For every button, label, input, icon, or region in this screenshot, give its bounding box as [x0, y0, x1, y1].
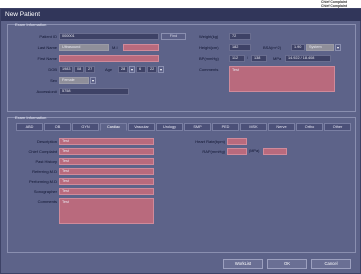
bp-separator: / — [247, 56, 249, 60]
patient-id-label: Patient ID — [39, 34, 57, 39]
tab-abd[interactable]: ABD — [16, 123, 43, 131]
mi-field[interactable] — [123, 44, 159, 51]
sex-label: Sex — [50, 78, 57, 83]
age-extra-dropdown-icon[interactable]: ▾ — [158, 66, 164, 73]
past-history-field[interactable]: Test — [59, 158, 154, 165]
weight-field[interactable]: 72 — [229, 33, 251, 40]
bsa-label: BSA(m^2) — [263, 45, 282, 50]
sonographer-label: Sonographer — [33, 189, 57, 194]
tab-ortho[interactable]: Ortho — [296, 123, 323, 131]
height-field[interactable]: 182 — [229, 44, 251, 51]
rap-unit: (MPa) — [249, 149, 260, 153]
exam-type-tabs: ABD OB GYN Cardiac Vascular Urology SMP … — [16, 123, 352, 131]
referring-md-label: Referring.M.D — [32, 169, 57, 174]
height-label: Height(cm) — [199, 45, 219, 50]
tab-other[interactable]: Other — [324, 123, 351, 131]
first-name-field[interactable] — [59, 55, 159, 62]
age-field[interactable]: 28 — [118, 66, 128, 73]
tab-ob[interactable]: OB — [44, 123, 71, 131]
last-name-field[interactable]: Ultrasound — [59, 44, 109, 51]
dob-day-field[interactable]: 27 — [85, 66, 95, 73]
cancel-button[interactable]: Cancel — [311, 259, 351, 269]
sonographer-field[interactable]: Test — [59, 188, 154, 195]
accession-field[interactable]: 5758 — [59, 88, 129, 95]
age-unit-dropdown-icon[interactable]: ▾ — [129, 66, 135, 73]
weight-label: Weight(kg) — [199, 34, 219, 39]
description-label: Description — [36, 139, 57, 144]
dob-label: DOB — [48, 67, 57, 72]
age-label: Age — [105, 67, 113, 72]
description-field[interactable]: Test — [59, 138, 154, 145]
tab-ped[interactable]: PED — [212, 123, 239, 131]
tab-gyn[interactable]: GYN — [72, 123, 99, 131]
find-button[interactable]: Find — [161, 33, 186, 40]
age-unit-field[interactable]: 6 — [136, 66, 146, 73]
bp-map-field[interactable]: 14.922 / 18.408 — [285, 55, 331, 62]
bsa-method-select[interactable]: System — [306, 44, 334, 51]
rap-label: RAP(mmHg) — [202, 149, 225, 154]
ok-button[interactable]: OK — [267, 259, 307, 269]
patient-id-field[interactable]: 000001 — [59, 33, 159, 40]
bsa-method-dropdown-icon[interactable]: ▾ — [335, 44, 341, 51]
age-extra-field[interactable]: 22 — [147, 66, 157, 73]
performing-md-label: Performing.M.D — [28, 179, 57, 184]
sex-dropdown-icon[interactable]: ▾ — [90, 77, 96, 84]
comments-field[interactable]: Test — [229, 66, 335, 92]
sex-select[interactable]: Female — [59, 77, 89, 84]
tab-vascular[interactable]: Vascular — [128, 123, 155, 131]
dob-year-field[interactable]: 1983 — [59, 66, 73, 73]
exam-comments-field[interactable]: Test — [59, 198, 154, 224]
tab-msk[interactable]: MSK — [240, 123, 267, 131]
heart-rate-label: Heart Rate(bpm) — [195, 139, 225, 144]
mi-label: M.I — [112, 45, 118, 50]
exam-comments-label: Comments — [37, 199, 57, 204]
accession-label: Accession# — [36, 89, 57, 94]
worklist-button[interactable]: WorkList — [223, 259, 263, 269]
performing-md-field[interactable]: Test — [59, 178, 154, 185]
exam-info-tabs-title: Exam Information — [15, 115, 47, 120]
rap-mpa-field[interactable] — [263, 148, 287, 155]
bp-systolic-field[interactable]: 112 — [229, 55, 245, 62]
bsa-field[interactable]: 1.90 — [291, 44, 305, 51]
chief-complaint-field[interactable]: Test — [59, 148, 154, 155]
title-bar: New Patient — [1, 9, 361, 21]
tab-smp[interactable]: SMP — [184, 123, 211, 131]
new-patient-window: New Patient Exam Information Patient ID … — [0, 8, 361, 274]
chief-complaint-label: Chief Complaint — [28, 149, 57, 154]
bp-label: BP(mmHg) — [199, 56, 219, 61]
past-history-label: Past History — [35, 159, 57, 164]
dob-month-field[interactable]: 08 — [74, 66, 84, 73]
tab-urology[interactable]: Urology — [156, 123, 183, 131]
first-name-label: First Name — [37, 56, 57, 61]
window-title: New Patient — [5, 11, 41, 18]
referring-md-field[interactable]: Test — [59, 168, 154, 175]
heart-rate-field[interactable] — [227, 138, 247, 145]
rap-field[interactable] — [227, 148, 247, 155]
exam-info-title: Exam Information — [15, 22, 47, 27]
tab-cardiac[interactable]: Cardiac — [100, 123, 127, 131]
tab-nerve[interactable]: Nerve — [268, 123, 295, 131]
last-name-label: Last Name — [37, 45, 57, 50]
bp-diastolic-field[interactable]: 138 — [251, 55, 267, 62]
bp-map-label: MPa — [273, 56, 282, 61]
comments-label: Comments — [199, 67, 219, 72]
